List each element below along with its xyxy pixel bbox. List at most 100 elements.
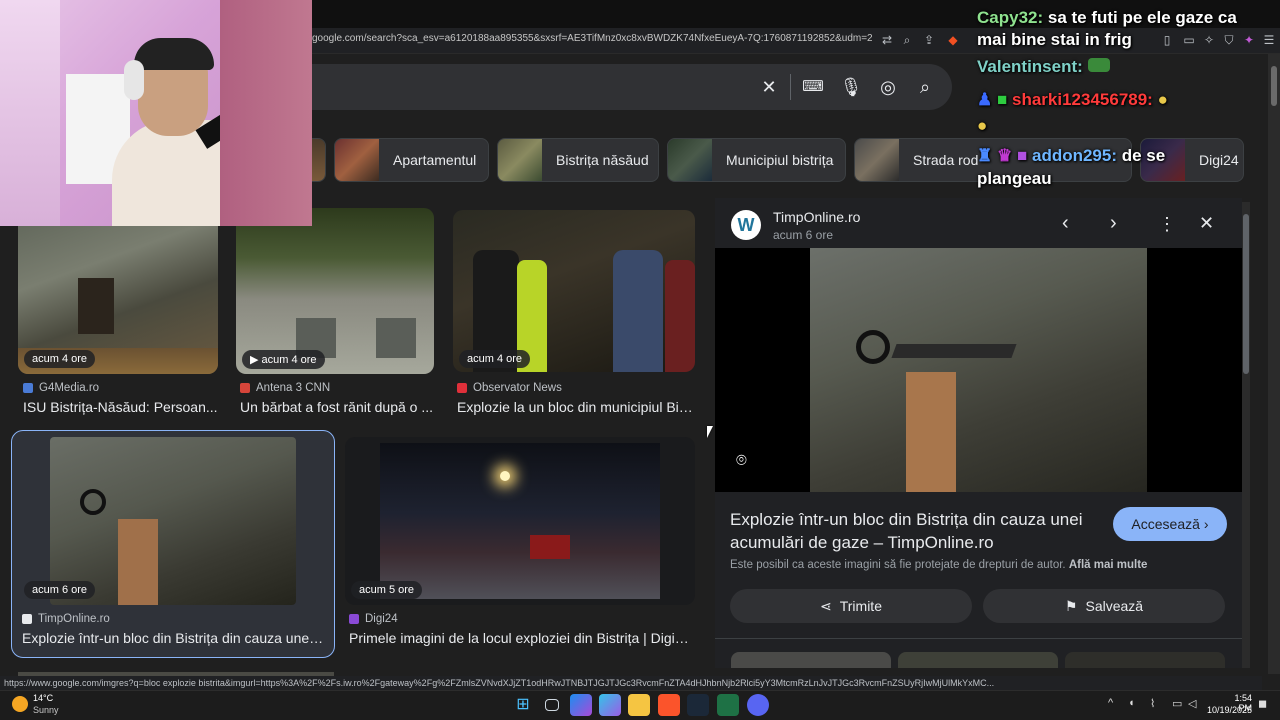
excel-icon[interactable]	[717, 694, 739, 716]
translate-icon[interactable]: ⇄	[878, 31, 896, 49]
weather-temp[interactable]: 14°C	[33, 693, 53, 703]
chip-municipiul-bistrita[interactable]: Municipiul bistrița	[667, 138, 846, 182]
antena3-icon	[240, 383, 250, 393]
panel-site-name[interactable]: TimpOnline.ro	[773, 209, 860, 225]
network-icon[interactable]: ▭	[1172, 697, 1182, 710]
source-name: Observator News	[473, 382, 562, 394]
scrollbar-thumb[interactable]	[1243, 214, 1249, 374]
result-source[interactable]: Observator News	[457, 382, 562, 394]
result-image-digi24[interactable]	[345, 437, 695, 605]
curtain	[220, 0, 312, 226]
weather-condition[interactable]: Sunny	[33, 705, 59, 715]
chevron-right-icon: ›	[1203, 516, 1209, 532]
more-options-icon[interactable]: ⋮	[1158, 214, 1176, 235]
chat-username: sharki123456789:	[1012, 90, 1153, 109]
chip-label: Bistrița năsăud	[556, 152, 649, 168]
zoom-icon[interactable]: ⌕	[898, 31, 916, 49]
url-text[interactable]: google.com/search?sca_esv=a6120188aa8953…	[312, 33, 872, 49]
emote-icon: ●	[977, 116, 988, 135]
copilot-icon[interactable]	[570, 694, 592, 716]
leo-icon[interactable]: ✦	[1240, 31, 1258, 49]
chip-apartamentul[interactable]: Apartamentul	[334, 138, 489, 182]
lens-icon[interactable]: ◎	[875, 74, 901, 100]
brave-browser-icon[interactable]	[658, 694, 680, 716]
close-icon[interactable]: ✕	[1199, 213, 1214, 234]
page-scrollbar[interactable]	[1268, 54, 1280, 674]
result-source[interactable]: Antena 3 CNN	[240, 382, 330, 394]
badge-icon: ♜	[977, 146, 993, 165]
wallet-icon[interactable]: ▭	[1180, 31, 1198, 49]
notification-icon[interactable]: ◼	[1258, 697, 1267, 710]
result-source[interactable]: Digi24	[349, 613, 398, 625]
result-title[interactable]: Explozie la un bloc din municipiul Bis..…	[457, 399, 695, 415]
panel-title[interactable]: Explozie într-un bloc din Bistrița din c…	[730, 508, 1100, 554]
volume-icon[interactable]: ◁	[1188, 697, 1196, 710]
timponline-icon	[22, 614, 32, 624]
result-image-timponline[interactable]	[50, 437, 296, 605]
emote-icon	[1087, 58, 1110, 72]
source-name: Antena 3 CNN	[256, 382, 331, 394]
related-image[interactable]	[898, 652, 1058, 668]
result-title[interactable]: Explozie într-un bloc din Bistrița din c…	[22, 630, 324, 646]
keyboard-icon[interactable]: ⌨	[800, 74, 826, 100]
related-image[interactable]	[731, 652, 891, 668]
next-icon[interactable]: ›	[1110, 212, 1117, 235]
weather-icon[interactable]	[12, 696, 28, 712]
search-icon[interactable]: ⌕	[912, 74, 938, 100]
task-view-icon[interactable]	[545, 699, 559, 711]
result-source[interactable]: G4Media.ro	[23, 382, 99, 394]
clear-icon[interactable]: ✕	[756, 74, 782, 100]
related-image[interactable]	[1065, 652, 1225, 668]
play-icon: ▶	[250, 354, 262, 366]
emote-icon: ●	[1157, 90, 1168, 109]
share-icon[interactable]: ⇪	[920, 31, 938, 49]
preview-image-frame[interactable]	[715, 248, 1242, 492]
result-title[interactable]: ISU Bistrița-Năsăud: Persoan...	[23, 399, 218, 415]
observator-icon	[457, 383, 467, 393]
wall	[0, 0, 60, 226]
doorway	[78, 278, 114, 334]
source-name: Digi24	[365, 613, 398, 625]
brave-shield-icon[interactable]: ◆	[944, 31, 962, 49]
webcam-overlay	[0, 0, 312, 226]
source-name: G4Media.ro	[39, 382, 100, 394]
windows-start-icon[interactable]: ⊞	[512, 694, 534, 716]
street-lamp	[500, 471, 510, 481]
vpn-icon[interactable]: ⛉	[1220, 31, 1238, 49]
copilot-app-icon[interactable]	[599, 694, 621, 716]
file-explorer-icon[interactable]	[628, 694, 650, 716]
g4media-icon	[23, 383, 33, 393]
time-badge: acum 4 ore	[24, 350, 96, 368]
learn-more-link[interactable]: Află mai multe	[1069, 559, 1148, 571]
chip-thumbnail	[855, 139, 899, 181]
extensions-icon[interactable]: ✧	[1200, 31, 1218, 49]
save-button[interactable]: ⚑ Salvează	[983, 589, 1225, 623]
discord-icon[interactable]	[747, 694, 769, 716]
chevron-up-icon[interactable]: ^	[1108, 697, 1113, 709]
share-button[interactable]: ⋖ Trimite	[730, 589, 972, 623]
panel-scrollbar[interactable]	[1242, 202, 1250, 668]
chip-label: Digi24	[1199, 152, 1239, 168]
result-image-observator[interactable]	[453, 210, 695, 372]
chat-message: ♜ ♛ ■ addon295: de se	[977, 146, 1165, 166]
status-url: https://www.google.com/imgres?q=bloc exp…	[0, 676, 1262, 690]
result-title[interactable]: Un bărbat a fost rănit după o ...	[240, 399, 434, 415]
night-street	[380, 443, 660, 599]
chip-bistrita-nasaud[interactable]: Bistrița năsăud	[497, 138, 659, 182]
mic-icon[interactable]: ⌇	[1150, 697, 1155, 710]
audio-icon[interactable]: ◖	[1128, 697, 1135, 709]
result-source[interactable]: TimpOnline.ro	[22, 613, 110, 625]
sidebar-icon[interactable]: ▯	[1158, 31, 1176, 49]
visit-button[interactable]: Accesează ›	[1113, 507, 1227, 541]
lens-search-icon[interactable]: ⌾	[736, 450, 747, 471]
previous-icon[interactable]: ‹	[1062, 212, 1069, 235]
scrollbar-thumb[interactable]	[1271, 66, 1277, 106]
microphone-icon[interactable]: 🎙︎	[838, 74, 864, 100]
menu-icon[interactable]: ☰	[1260, 31, 1278, 49]
chat-message: plangeau	[977, 169, 1052, 189]
clock-date[interactable]: 10/19/2025	[1204, 705, 1252, 715]
chip-thumbnail	[335, 139, 379, 181]
chip-thumbnail	[668, 139, 712, 181]
steam-icon[interactable]	[687, 694, 709, 716]
result-title[interactable]: Primele imagini de la locul exploziei di…	[349, 630, 689, 646]
